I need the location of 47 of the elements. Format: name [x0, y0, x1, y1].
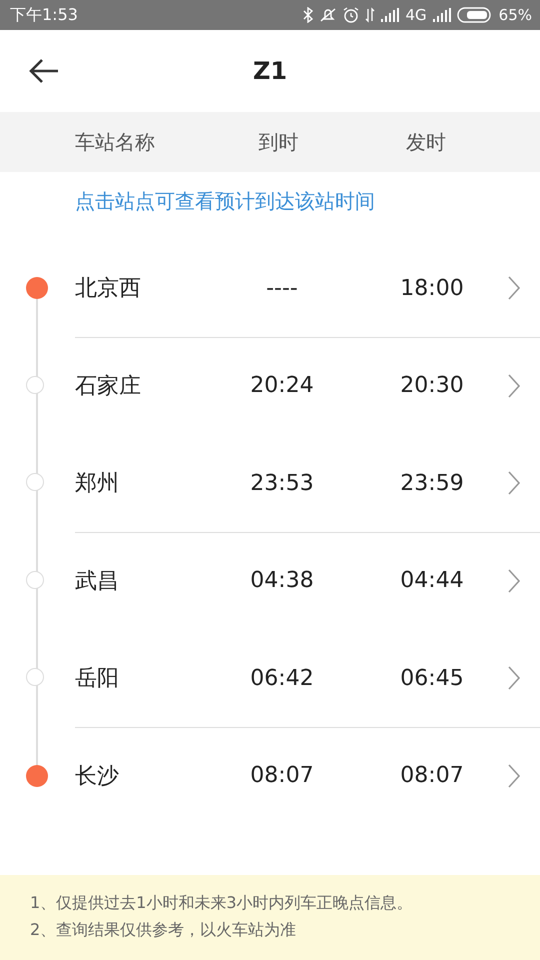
departure-time: 20:30	[399, 373, 465, 398]
departure-time: 23:59	[399, 470, 465, 496]
notice-text: 1、仅提供过去1小时和未来3小时内列车正晚点信息。	[30, 892, 414, 914]
chevron-right-icon	[507, 762, 521, 789]
column-header: 发时	[405, 128, 448, 156]
departure-time: 04:44	[399, 568, 465, 594]
muted-bell-icon	[319, 7, 338, 23]
chevron-right-icon	[507, 275, 521, 302]
arrival-time: 06:42	[249, 666, 315, 691]
column-header: 车站名称	[75, 128, 156, 156]
battery-icon	[456, 7, 493, 23]
departure-time: 06:45	[399, 666, 465, 691]
station-name: 长沙	[75, 762, 120, 791]
station-row[interactable]: 长沙 08:07 08:07	[0, 728, 540, 825]
arrival-time: 04:38	[249, 568, 315, 594]
station-row[interactable]: 郑州 23:53 23:59	[0, 435, 540, 532]
bluetooth-icon	[303, 7, 314, 23]
network-label: 4G	[405, 6, 427, 24]
chevron-right-icon	[507, 568, 521, 594]
departure-time: 18:00	[399, 276, 465, 301]
station-row[interactable]: 岳阳 06:42 06:45	[0, 630, 540, 728]
status-time: 下午1:53	[10, 4, 78, 26]
station-row[interactable]: 武昌 04:38 04:44	[0, 532, 540, 630]
chevron-right-icon	[507, 665, 521, 692]
battery-percent: 65%	[498, 6, 532, 24]
signal-icon	[432, 8, 451, 22]
data-arrows-icon	[365, 7, 376, 23]
alarm-icon	[343, 7, 360, 23]
notice-text: 2、查询结果仅供参考，以火车站为准	[30, 919, 298, 941]
chevron-right-icon	[507, 372, 521, 399]
chevron-right-icon	[507, 470, 521, 496]
station-row[interactable]: 北京西 ---- 18:00	[0, 240, 540, 338]
station-name: 北京西	[75, 275, 142, 304]
station-name: 石家庄	[75, 372, 142, 401]
departure-time: 08:07	[399, 763, 465, 788]
arrival-time: ----	[265, 276, 299, 301]
station-name: 岳阳	[75, 665, 120, 694]
arrival-time: 20:24	[249, 373, 315, 398]
station-name: 武昌	[75, 568, 120, 596]
station-name: 郑州	[75, 470, 120, 498]
arrival-time: 23:53	[249, 470, 315, 496]
page-title: Z1	[252, 57, 288, 85]
arrival-time: 08:07	[249, 763, 315, 788]
column-header: 到时	[258, 128, 300, 156]
hint-text: 点击站点可查看预计到达该站时间	[74, 188, 376, 214]
station-row[interactable]: 石家庄 20:24 20:30	[0, 338, 540, 435]
signal-icon	[381, 8, 400, 22]
